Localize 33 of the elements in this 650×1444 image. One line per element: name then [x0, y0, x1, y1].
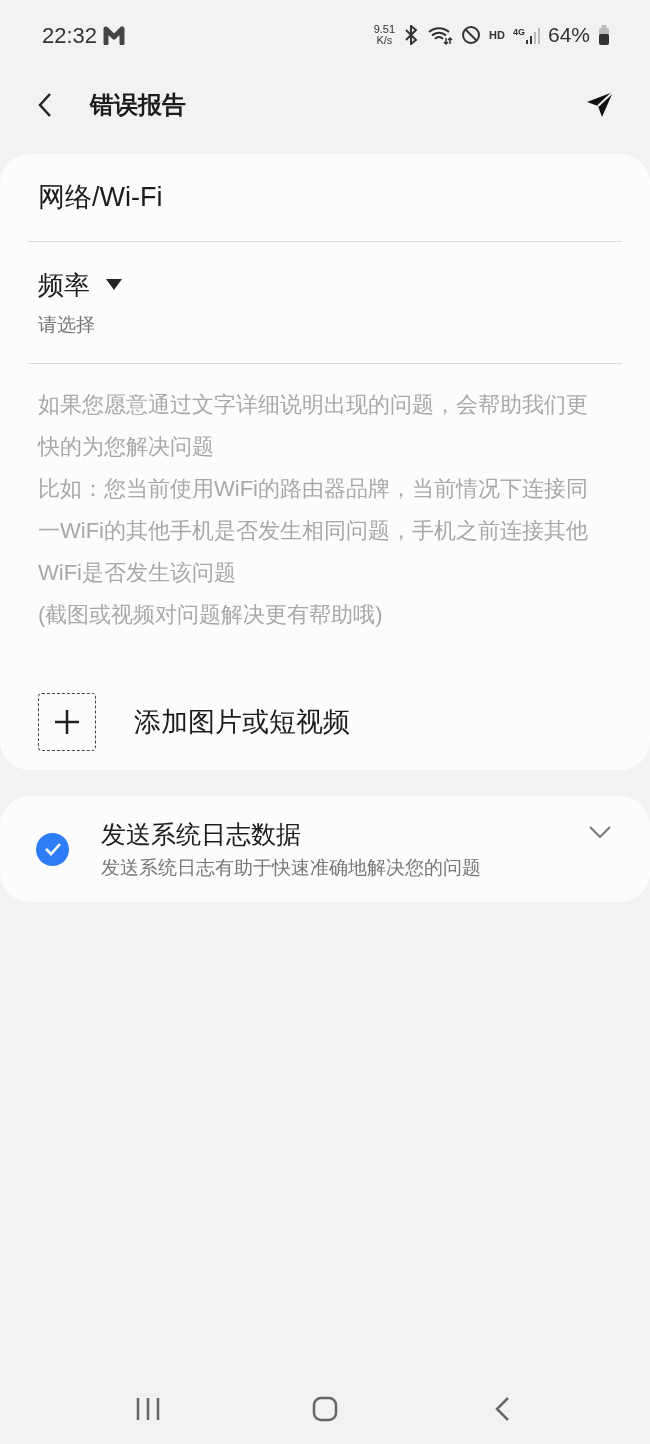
placeholder-text: 比如：您当前使用WiFi的路由器品牌，当前情况下连接同一WiFi的其他手机是否发生相同问题，手机之前连接其他WiFi是否发生该问题: [38, 475, 589, 587]
expand-button[interactable]: [588, 824, 612, 840]
mail-icon: [103, 25, 126, 45]
frequency-value: 请选择: [38, 312, 95, 337]
frequency-label: 频率: [38, 268, 90, 302]
chevron-icon: [589, 826, 611, 838]
dropdown-arrow-icon: [106, 279, 122, 292]
log-title: 发送系统日志数据: [101, 819, 302, 850]
home-icon: [312, 1396, 338, 1422]
bluetooth-icon: [403, 25, 420, 45]
placeholder-text: (截图或视频对问题解决更有帮助哦): [38, 601, 384, 629]
battery-percent: 64%: [547, 22, 590, 49]
wifi-icon: [427, 25, 454, 45]
back-nav-icon: [493, 1396, 510, 1422]
log-checkbox[interactable]: [36, 832, 69, 866]
battery-icon: [598, 25, 610, 45]
page-title: 错误报告: [90, 90, 187, 120]
clock-time: 22:32: [42, 21, 98, 50]
recent-apps-icon: [135, 1397, 162, 1421]
log-subtitle: 发送系统日志有助于快速准确地解决您的问题: [101, 855, 482, 880]
add-media-button[interactable]: 添加图片或短视频: [28, 684, 622, 760]
placeholder-text: 如果您愿意通过文字详细说明出现的问题，会帮助我们更快的为您解决问题: [38, 391, 589, 461]
hd-label: HD: [489, 27, 505, 43]
back-icon: [38, 92, 52, 118]
speed-unit: K/s: [376, 35, 393, 46]
frequency-dropdown[interactable]: 频率 请选择: [28, 242, 622, 364]
do-not-disturb-icon: [461, 25, 482, 45]
signal-icon: [525, 26, 540, 44]
speed-value: 9.51: [373, 24, 396, 35]
add-icon: [38, 693, 96, 751]
checkmark-icon: [43, 842, 62, 856]
category-label: 网络/Wi-Fi: [38, 181, 163, 215]
network-type: 4G: [512, 26, 525, 39]
